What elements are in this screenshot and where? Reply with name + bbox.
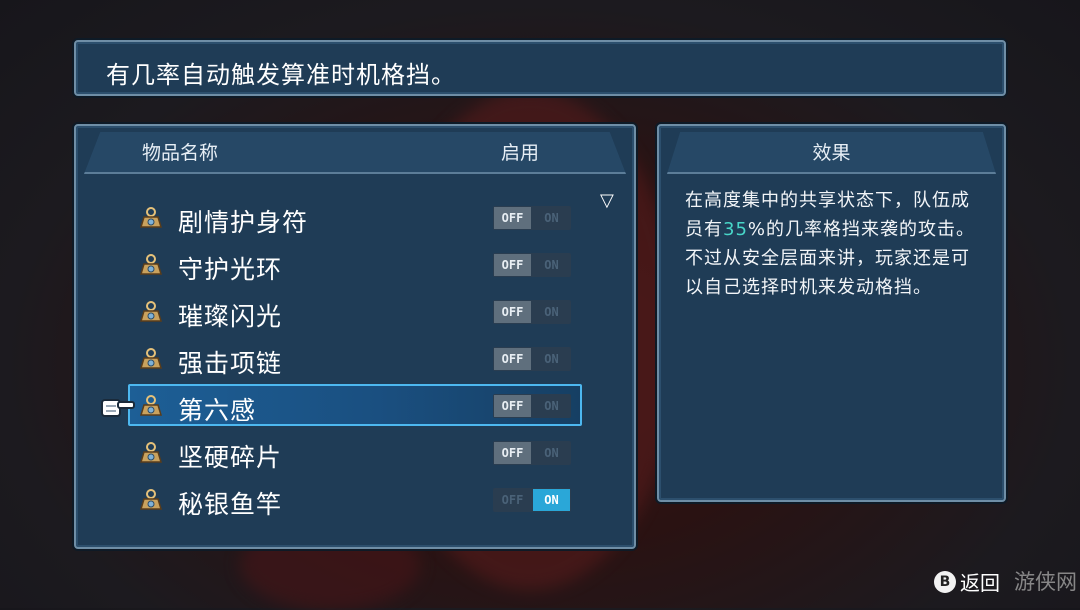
item-name: 第六感	[178, 396, 257, 425]
item-toggle[interactable]: OFF ON	[493, 206, 571, 230]
effect-title: 效果	[812, 142, 851, 164]
item-toggle[interactable]: OFF ON	[493, 441, 571, 465]
amulet-icon	[138, 205, 164, 231]
item-name: 强击项链	[178, 349, 283, 378]
item-name: 璀璨闪光	[178, 302, 283, 331]
toggle-off-option[interactable]: OFF	[494, 489, 531, 511]
item-toggle[interactable]: OFF ON	[493, 488, 571, 512]
toggle-off-option[interactable]: OFF	[494, 207, 531, 229]
toggle-on-option[interactable]: ON	[533, 207, 570, 229]
item-toggle[interactable]: OFF ON	[493, 300, 571, 324]
item-toggle[interactable]: OFF ON	[493, 253, 571, 277]
item-name: 坚硬碎片	[178, 443, 283, 472]
toggle-on-option[interactable]: ON	[533, 254, 570, 276]
toggle-on-option[interactable]: ON	[533, 442, 570, 464]
toggle-off-option[interactable]: OFF	[494, 301, 531, 323]
item-row[interactable]: 守护光环 OFF ON	[76, 243, 638, 287]
item-row[interactable]: 剧情护身符 OFF ON	[76, 196, 638, 240]
item-row[interactable]: 坚硬碎片 OFF ON	[76, 431, 638, 475]
item-row[interactable]: 强击项链 OFF ON	[76, 337, 638, 381]
amulet-icon	[138, 252, 164, 278]
effect-panel: 效果 在高度集中的共享状态下，队伍成员有35%的几率格挡来袭的攻击。不过从安全层…	[657, 124, 1006, 502]
item-list-panel: 物品名称 启用 ▽ 剧情护身符 OFF ON 守护光环 OFF ON 璀璨闪光 OFF ON 强击…	[74, 124, 636, 549]
toggle-on-option[interactable]: ON	[533, 301, 570, 323]
effect-description: 在高度集中的共享状态下，队伍成员有35%的几率格挡来袭的攻击。不过从安全层面来讲…	[685, 186, 983, 302]
toggle-off-option[interactable]: OFF	[494, 442, 531, 464]
tip-text: 有几率自动触发算准时机格挡。	[106, 61, 456, 89]
item-row[interactable]: 第六感 OFF ON	[76, 384, 638, 428]
amulet-icon	[138, 487, 164, 513]
amulet-icon	[138, 299, 164, 325]
column-header-name: 物品名称	[142, 142, 219, 164]
back-label: 返回	[960, 571, 1000, 595]
toggle-off-option[interactable]: OFF	[494, 395, 531, 417]
amulet-icon	[138, 346, 164, 372]
toggle-off-option[interactable]: OFF	[494, 348, 531, 370]
item-name: 剧情护身符	[178, 208, 309, 237]
tip-panel: 有几率自动触发算准时机格挡。	[74, 40, 1006, 96]
item-toggle[interactable]: OFF ON	[493, 347, 571, 371]
toggle-off-option[interactable]: OFF	[494, 254, 531, 276]
column-header-enable: 启用	[501, 142, 540, 164]
toggle-on-option[interactable]: ON	[533, 489, 570, 511]
item-name: 守护光环	[178, 255, 283, 284]
amulet-icon	[138, 393, 164, 419]
watermark-logo: 游侠网	[1014, 570, 1077, 594]
item-name: 秘银鱼竿	[178, 490, 283, 519]
item-row[interactable]: 秘银鱼竿 OFF ON	[76, 478, 638, 522]
back-button[interactable]: B 返回	[934, 567, 1000, 596]
amulet-icon	[138, 440, 164, 466]
item-row[interactable]: 璀璨闪光 OFF ON	[76, 290, 638, 334]
pointing-hand-icon	[101, 399, 135, 417]
effect-highlight-value: 35	[723, 219, 748, 240]
toggle-on-option[interactable]: ON	[533, 395, 570, 417]
b-button-icon: B	[934, 570, 956, 593]
toggle-on-option[interactable]: ON	[533, 348, 570, 370]
item-toggle[interactable]: OFF ON	[493, 394, 571, 418]
